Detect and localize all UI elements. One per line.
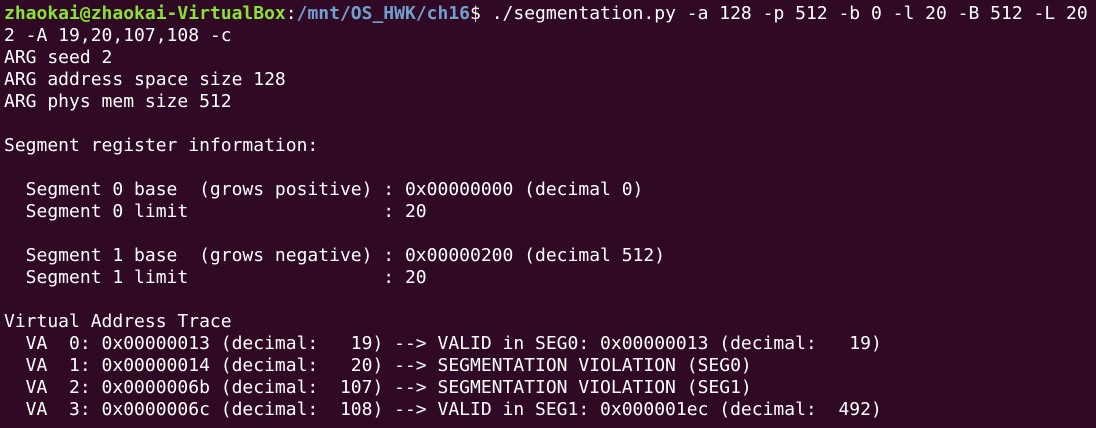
output-line: ARG address space size 128 bbox=[4, 69, 286, 90]
output-line: VA 3: 0x0000006c (decimal: 108) --> VALI… bbox=[4, 399, 882, 420]
prompt-symbol: $ bbox=[470, 3, 492, 24]
output-line: VA 0: 0x00000013 (decimal: 19) --> VALID… bbox=[4, 333, 882, 354]
output-line: Segment 1 limit : 20 bbox=[4, 267, 427, 288]
command-wrap-line: 2 -A 19,20,107,108 -c bbox=[4, 25, 232, 46]
output-line: VA 2: 0x0000006b (decimal: 107) --> SEGM… bbox=[4, 377, 752, 398]
prompt-cwd: /mnt/OS_HWK/ch16 bbox=[296, 3, 470, 24]
output-line: Segment register information: bbox=[4, 135, 319, 156]
output-line: ARG phys mem size 512 bbox=[4, 91, 232, 112]
prompt-line: zhaokai@zhaokai-VirtualBox:/mnt/OS_HWK/c… bbox=[4, 3, 1096, 25]
output-line: Segment 0 base (grows positive) : 0x0000… bbox=[4, 179, 644, 200]
prompt-separator: : bbox=[285, 3, 297, 24]
output-line: Segment 1 base (grows negative) : 0x0000… bbox=[4, 245, 666, 266]
prompt-user-host: zhaokai@zhaokai-VirtualBox bbox=[4, 3, 286, 24]
output-line: VA 1: 0x00000014 (decimal: 20) --> SEGME… bbox=[4, 355, 752, 376]
output-line: ARG seed 2 bbox=[4, 47, 113, 68]
terminal-window[interactable]: zhaokai@zhaokai-VirtualBox:/mnt/OS_HWK/c… bbox=[0, 0, 1096, 428]
output-line: Segment 0 limit : 20 bbox=[4, 201, 427, 222]
prompt-command: ./segmentation.py -a 128 -p 512 -b 0 -l … bbox=[491, 3, 1088, 24]
output-line: Virtual Address Trace bbox=[4, 311, 232, 332]
